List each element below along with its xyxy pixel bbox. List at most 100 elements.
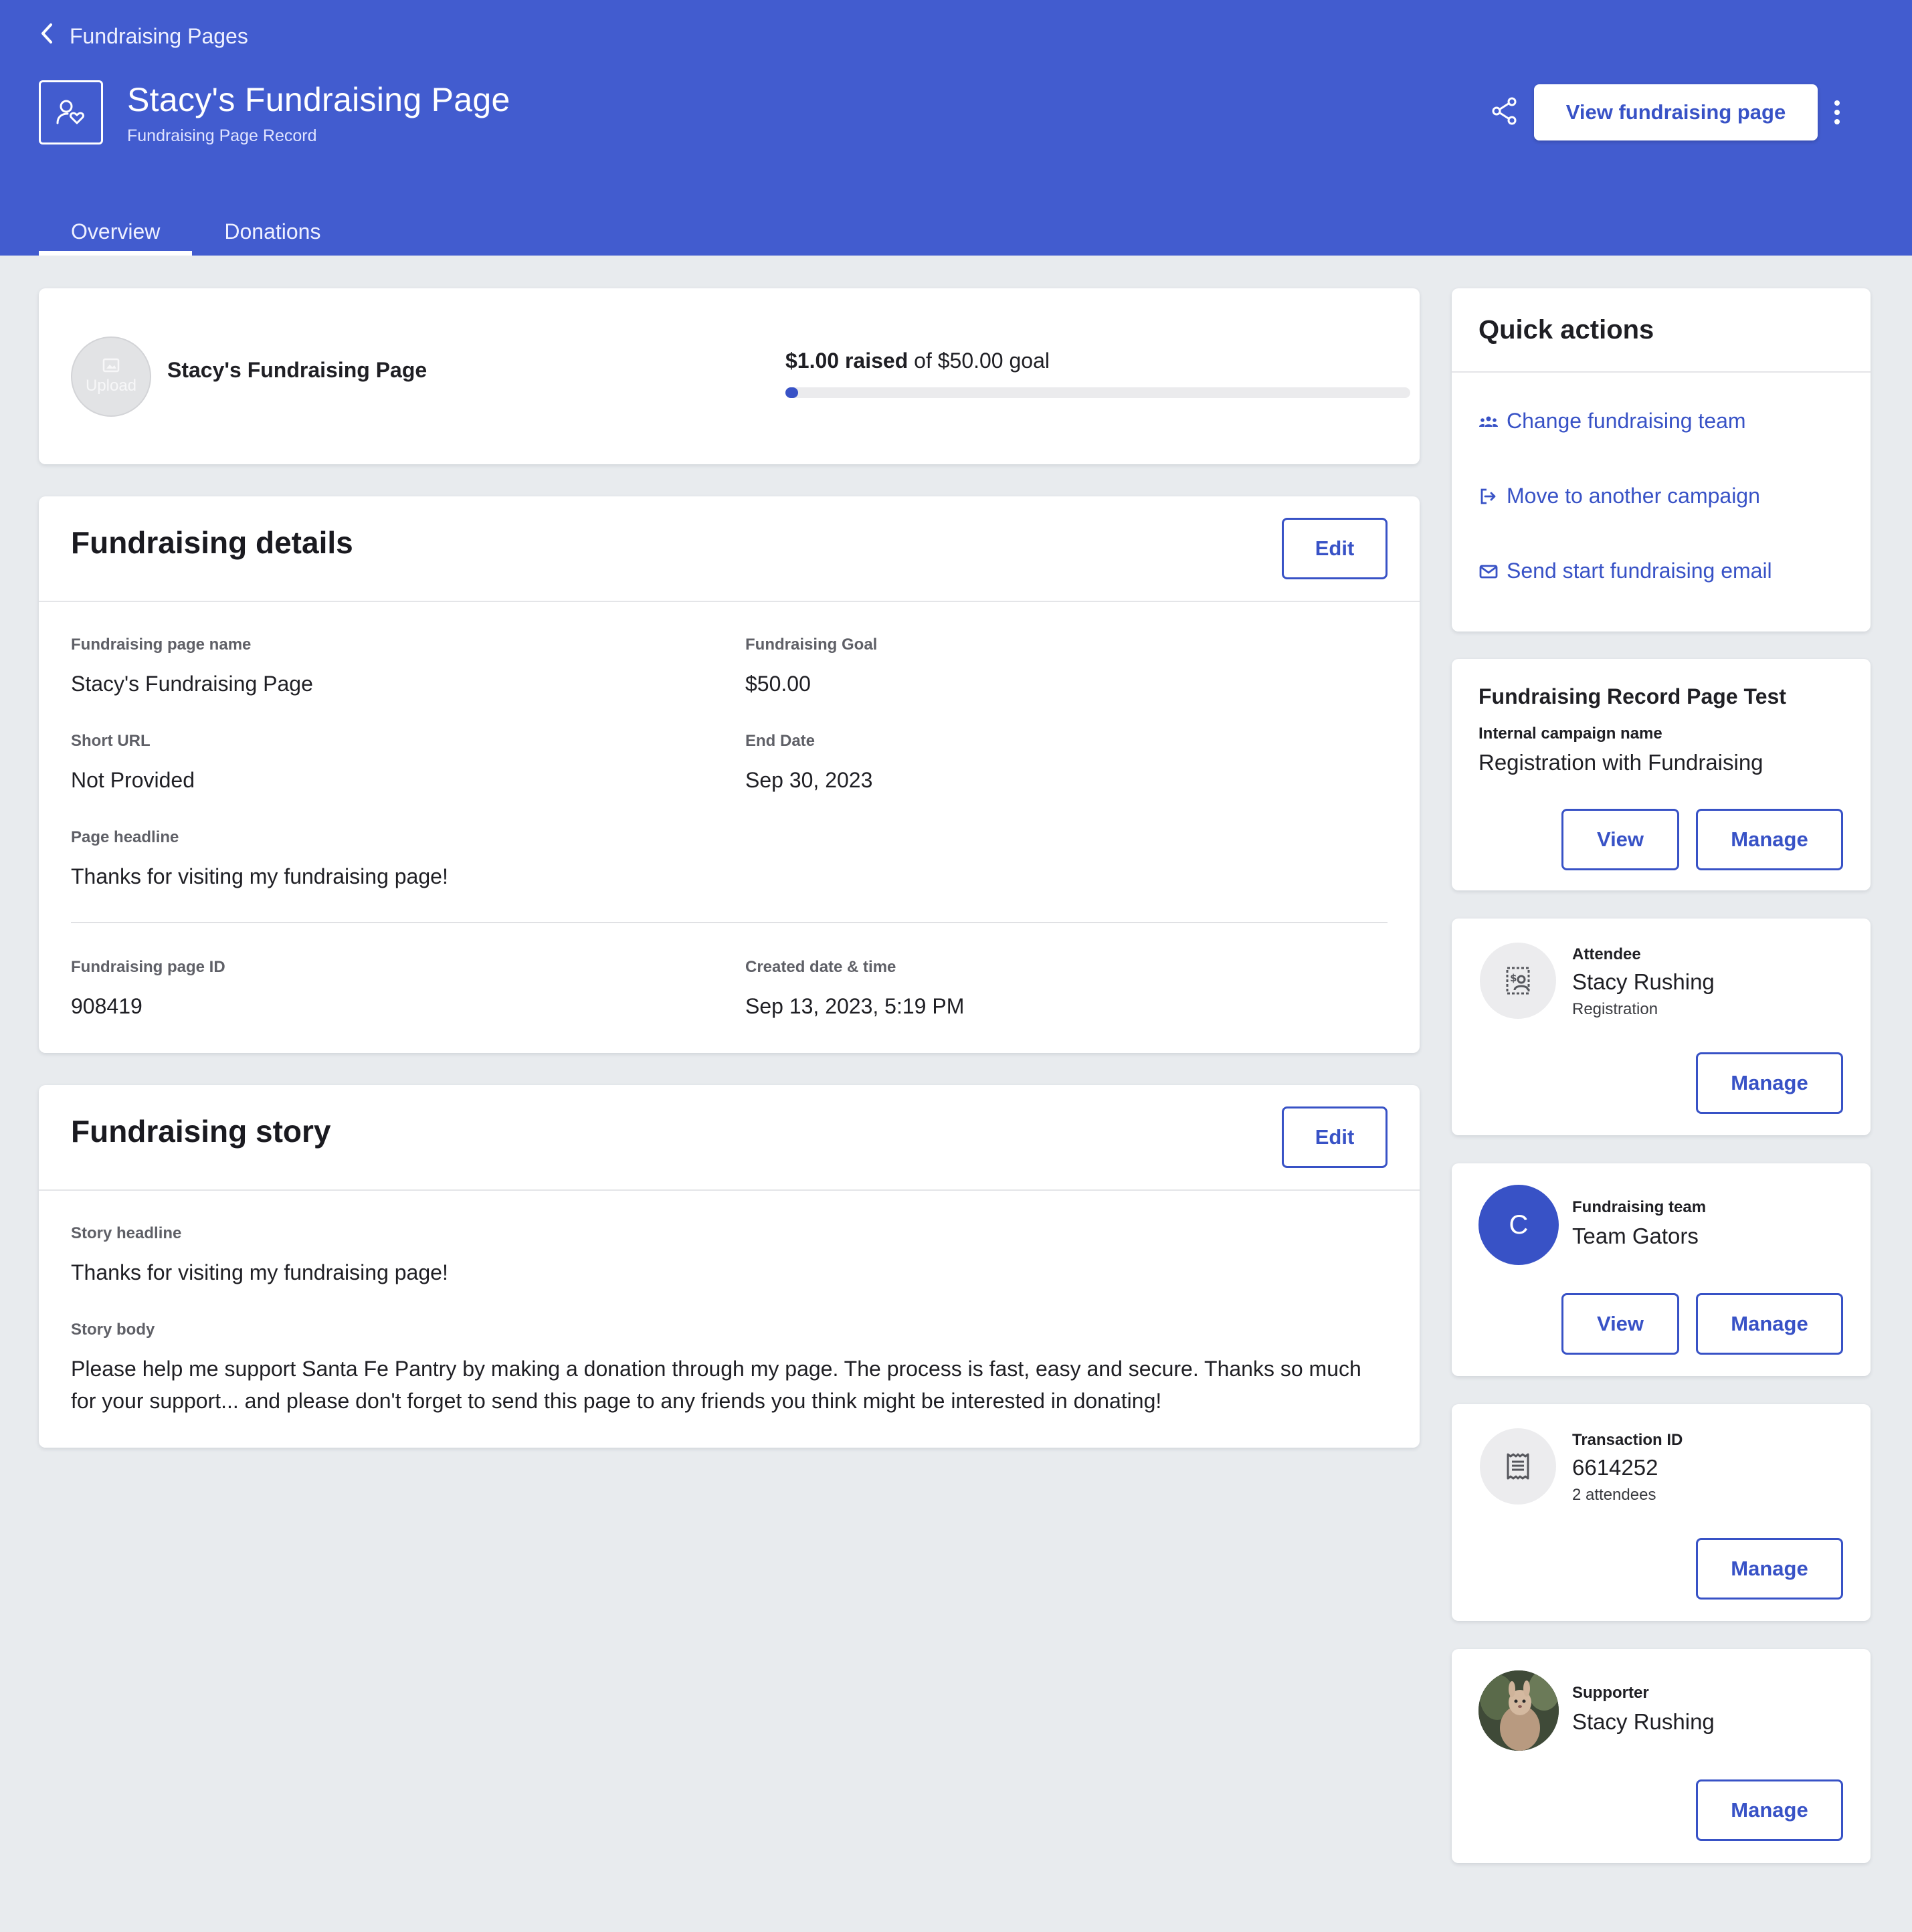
headline-field: Page headline Thanks for visiting my fun…	[71, 828, 448, 892]
team-label: Fundraising team	[1572, 1198, 1707, 1216]
chevron-left-icon[interactable]	[40, 23, 54, 50]
quick-actions-title: Quick actions	[1478, 315, 1654, 345]
progress-fill	[785, 387, 798, 398]
manage-attendee-button[interactable]: Manage	[1696, 1052, 1843, 1114]
page-header: Fundraising Pages Stacy's Fundraising Pa…	[0, 0, 1912, 256]
quick-action-label[interactable]: Change fundraising team	[1507, 409, 1746, 433]
quick-actions-card: Quick actions Change fundraising team Mo…	[1452, 288, 1871, 632]
breadcrumb[interactable]: Fundraising Pages	[40, 23, 248, 50]
upload-photo-button[interactable]: Upload	[71, 336, 151, 417]
quick-action-label[interactable]: Send start fundraising email	[1507, 559, 1772, 583]
transaction-id: 6614252	[1572, 1455, 1658, 1480]
goal-text: of $50.00 goal	[914, 349, 1050, 373]
edit-story-button[interactable]: Edit	[1282, 1106, 1388, 1168]
breadcrumb-link[interactable]: Fundraising Pages	[70, 24, 248, 49]
team-name: Team Gators	[1572, 1224, 1699, 1248]
page-title: Stacy's Fundraising Page	[127, 81, 510, 118]
attendee-card: $ Attendee Stacy Rushing Registration Ma…	[1452, 919, 1871, 1135]
view-fundraising-page-button[interactable]: View fundraising page	[1534, 84, 1818, 140]
attendee-label: Attendee	[1572, 945, 1641, 963]
field-value: $50.00	[745, 672, 811, 696]
field-label: Short URL	[71, 732, 151, 750]
fundraiser-record-icon	[39, 80, 103, 144]
field-value: Thanks for visiting my fundraising page!	[71, 864, 448, 888]
field-value: Sep 30, 2023	[745, 768, 873, 792]
field-label: Page headline	[71, 828, 179, 846]
created-field: Created date & time Sep 13, 2023, 5:19 P…	[745, 958, 964, 1022]
field-label: Story headline	[71, 1224, 182, 1242]
internal-campaign-label: Internal campaign name	[1478, 724, 1662, 743]
field-label: End Date	[745, 732, 816, 750]
goal-field: Fundraising Goal $50.00	[745, 636, 877, 700]
transaction-card: Transaction ID 6614252 2 attendees Manag…	[1452, 1404, 1871, 1621]
tab-donations[interactable]: Donations	[192, 207, 353, 256]
manage-campaign-button[interactable]: Manage	[1696, 809, 1843, 870]
story-body-field: Story body Please help me support Santa …	[71, 1321, 1388, 1417]
receipt-icon	[1480, 1428, 1556, 1505]
raised-summary: $1.00 raised of $50.00 goal	[785, 349, 1050, 373]
divider	[1452, 371, 1871, 373]
team-avatar: C	[1478, 1185, 1559, 1265]
fundraising-story-card: Fundraising story Edit Story headline Th…	[39, 1085, 1420, 1448]
edit-details-button[interactable]: Edit	[1282, 518, 1388, 579]
internal-campaign-value: Registration with Fundraising	[1478, 750, 1763, 775]
attendee-type: Registration	[1572, 1000, 1658, 1018]
field-value: Please help me support Santa Fe Pantry b…	[71, 1357, 1361, 1413]
page-name-field: Fundraising page name Stacy's Fundraisin…	[71, 636, 313, 700]
manage-supporter-button[interactable]: Manage	[1696, 1779, 1843, 1841]
upload-label: Upload	[85, 377, 137, 395]
field-label: Fundraising page name	[71, 636, 252, 654]
field-label: Fundraising Goal	[745, 636, 878, 654]
summary-page-name: Stacy's Fundraising Page	[167, 358, 427, 382]
tab-overview[interactable]: Overview	[39, 207, 193, 256]
field-value: 908419	[71, 994, 142, 1018]
progress-bar	[785, 387, 1410, 398]
manage-transaction-button[interactable]: Manage	[1696, 1538, 1843, 1600]
change-team-link[interactable]: Change fundraising team	[1478, 409, 1746, 433]
tab-bar: Overview Donations	[39, 207, 353, 256]
story-title: Fundraising story	[71, 1114, 331, 1149]
details-card-header: Fundraising details Edit	[39, 496, 1420, 602]
more-options-icon[interactable]	[1833, 99, 1841, 129]
field-value: Thanks for visiting my fundraising page!	[71, 1260, 448, 1284]
team-icon	[1479, 416, 1498, 427]
field-value: Sep 13, 2023, 5:19 PM	[745, 994, 965, 1018]
team-card: C Fundraising team Team Gators View Mana…	[1452, 1163, 1871, 1376]
move-campaign-link[interactable]: Move to another campaign	[1478, 484, 1760, 508]
move-icon	[1480, 488, 1496, 504]
supporter-name: Stacy Rushing	[1572, 1709, 1715, 1734]
divider	[71, 922, 1388, 923]
field-label: Fundraising page ID	[71, 958, 225, 976]
share-icon[interactable]	[1491, 96, 1519, 129]
raised-amount: $1.00 raised	[785, 349, 909, 373]
short-url-field: Short URL Not Provided	[71, 732, 195, 796]
campaign-card: Fundraising Record Page Test Internal ca…	[1452, 659, 1871, 890]
fundraising-details-card: Fundraising details Edit Fundraising pag…	[39, 496, 1420, 1053]
field-value: Not Provided	[71, 768, 195, 792]
quick-action-label[interactable]: Move to another campaign	[1507, 484, 1760, 508]
details-title: Fundraising details	[71, 525, 353, 560]
field-label: Story body	[71, 1321, 155, 1339]
image-icon	[102, 358, 120, 373]
campaign-title: Fundraising Record Page Test	[1478, 684, 1786, 708]
send-email-link[interactable]: Send start fundraising email	[1478, 559, 1772, 583]
transaction-label: Transaction ID	[1572, 1431, 1683, 1449]
story-card-header: Fundraising story Edit	[39, 1085, 1420, 1191]
field-value: Stacy's Fundraising Page	[71, 672, 313, 696]
transaction-attendees: 2 attendees	[1572, 1486, 1656, 1504]
svg-text:$: $	[1510, 972, 1517, 984]
summary-card: Upload Stacy's Fundraising Page $1.00 ra…	[39, 288, 1420, 464]
mail-icon	[1479, 565, 1498, 578]
supporter-label: Supporter	[1572, 1684, 1649, 1702]
page-id-field: Fundraising page ID 908419	[71, 958, 225, 1022]
supporter-avatar	[1478, 1670, 1559, 1751]
story-headline-field: Story headline Thanks for visiting my fu…	[71, 1224, 448, 1288]
manage-team-button[interactable]: Manage	[1696, 1293, 1843, 1355]
field-label: Created date & time	[745, 958, 896, 976]
page-subtitle: Fundraising Page Record	[127, 126, 317, 145]
attendee-name: Stacy Rushing	[1572, 969, 1715, 994]
attendee-badge-icon: $	[1480, 943, 1556, 1019]
view-campaign-button[interactable]: View	[1561, 809, 1679, 870]
view-team-button[interactable]: View	[1561, 1293, 1679, 1355]
supporter-card: Supporter Stacy Rushing Manage	[1452, 1649, 1871, 1863]
